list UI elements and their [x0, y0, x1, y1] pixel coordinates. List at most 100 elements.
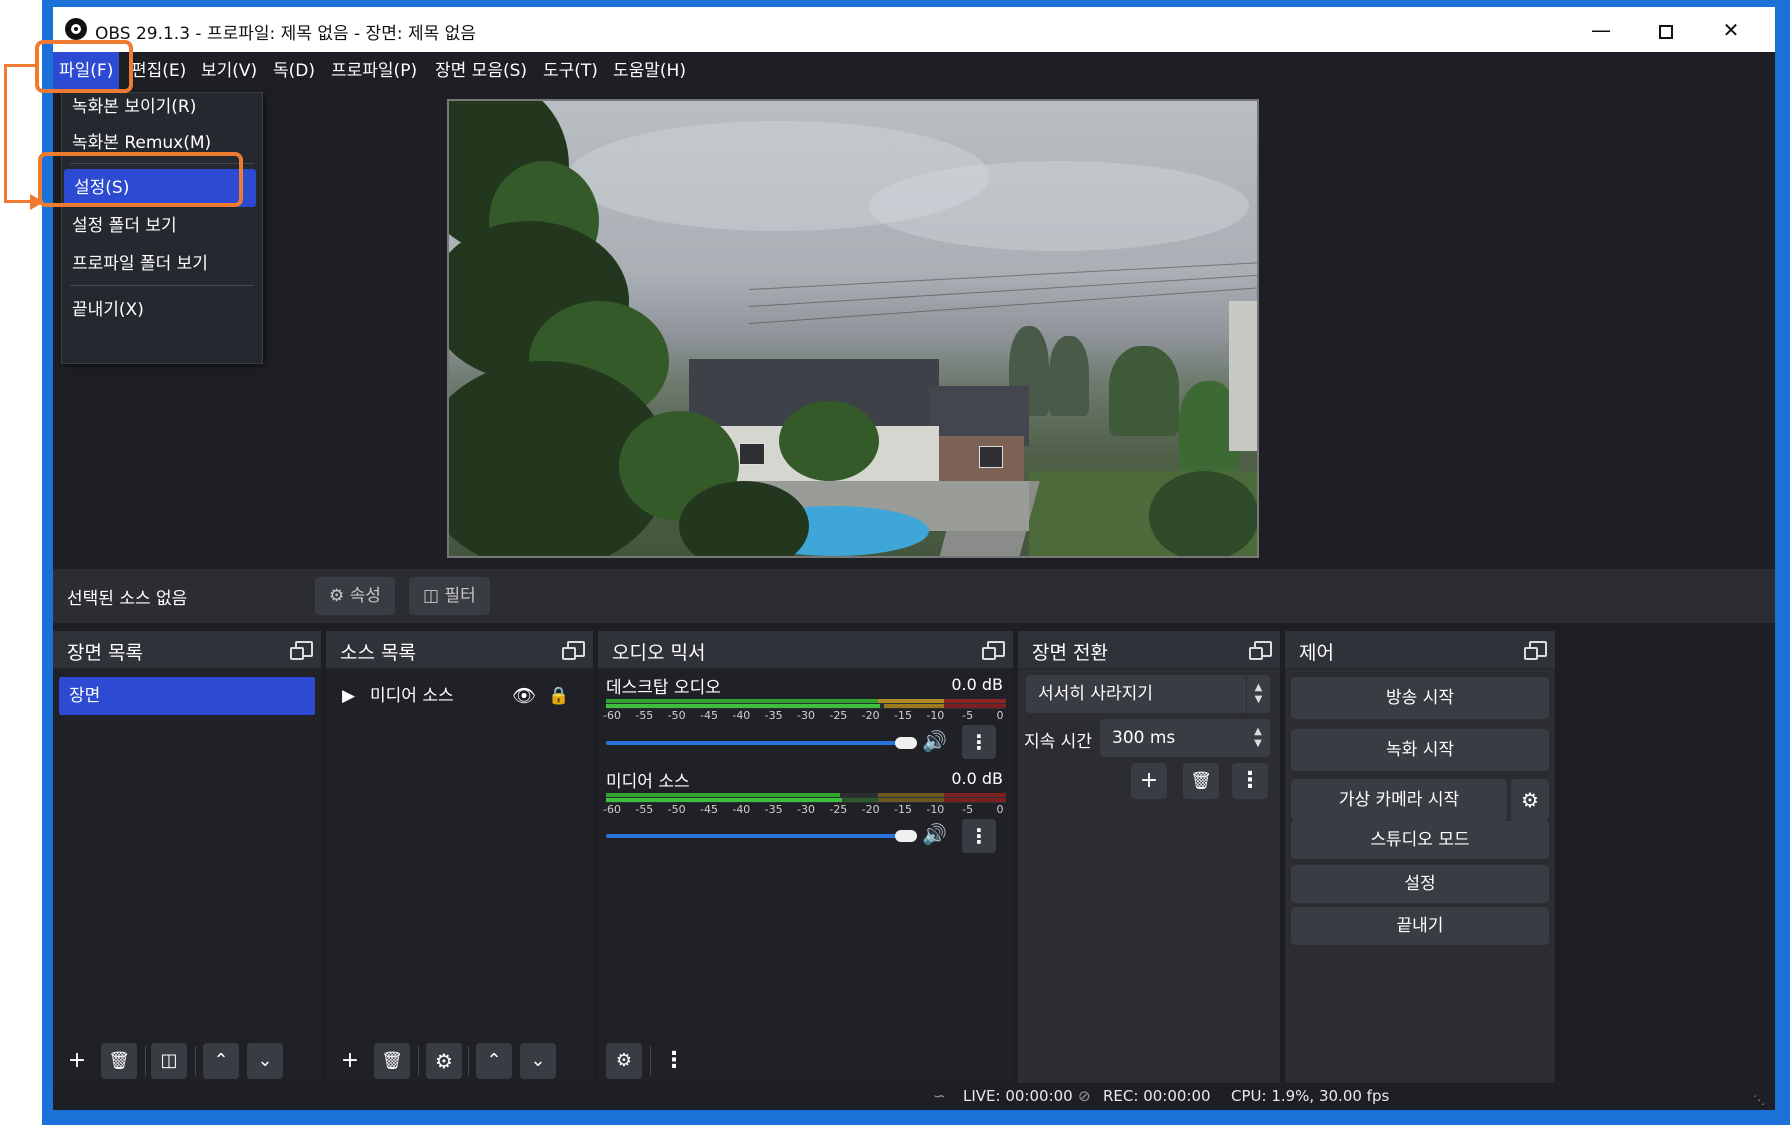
add-source-button[interactable]: +: [332, 1043, 368, 1079]
controls-body: 방송 시작 녹화 시작 가상 카메라 시작 ⚙ 스튜디오 모드 설정 끝내기: [1285, 669, 1555, 1083]
source-name: 미디어 소스: [370, 686, 454, 706]
settings-button[interactable]: 설정: [1291, 865, 1549, 903]
cpu-fps: CPU: 1.9%, 30.00 fps: [1231, 1087, 1390, 1105]
meter-level: [878, 793, 944, 797]
controls-title: 제어: [1299, 642, 1334, 664]
transition-menu-button[interactable]: ⋮: [1232, 763, 1268, 799]
channel-name: 미디어 소스: [606, 772, 690, 792]
meter-tick-label: 0: [996, 803, 1004, 816]
tree: [1109, 346, 1179, 436]
undock-icon[interactable]: [1524, 641, 1547, 660]
volume-slider-handle[interactable]: [895, 830, 917, 842]
toolbar-separator: [195, 1046, 196, 1076]
minimize-button[interactable]: —: [1573, 13, 1629, 47]
remove-source-button[interactable]: 🗑: [374, 1043, 410, 1079]
dock-header[interactable]: 장면 전환: [1018, 631, 1280, 669]
move-scene-down-button[interactable]: ⌄: [247, 1043, 283, 1079]
meter-level: [944, 699, 1006, 703]
lock-icon[interactable]: 🔒: [548, 681, 569, 711]
exit-button[interactable]: 끝내기: [1291, 907, 1549, 945]
volume-meter: [606, 699, 1006, 709]
remove-scene-button[interactable]: 🗑: [101, 1043, 137, 1079]
volume-slider[interactable]: [606, 737, 917, 749]
start-virtual-camera-button[interactable]: 가상 카메라 시작: [1291, 779, 1507, 821]
cloud: [869, 161, 1249, 251]
meter-tick-label: -40: [732, 803, 751, 816]
properties-button[interactable]: ⚙ 속성: [315, 577, 395, 615]
menu-dock[interactable]: 독(D): [267, 52, 321, 90]
toolbar-separator: [468, 1046, 469, 1076]
source-toolbar: 선택된 소스 없음 ⚙ 속성 ◫ 필터: [53, 569, 1775, 623]
menu-profile[interactable]: 프로파일(P): [325, 52, 423, 90]
preview-canvas[interactable]: [447, 99, 1259, 558]
menu-show-profile-folder[interactable]: 프로파일 폴더 보기: [62, 245, 262, 283]
undock-icon[interactable]: [562, 641, 585, 660]
visibility-eye-icon[interactable]: 👁: [512, 681, 536, 711]
no-source-selected-label: 선택된 소스 없음: [67, 589, 188, 609]
transition-select[interactable]: 서서히 사라지기 ▲ ▼: [1026, 675, 1270, 713]
annotation-connector: [4, 64, 7, 202]
menu-view[interactable]: 보기(V): [195, 52, 263, 90]
speaker-icon[interactable]: 🔊: [922, 729, 947, 753]
audio-mixer-dock: 오디오 믹서 데스크탑 오디오 0.0 dB -60 -55 -50 -45 -40 -3…: [598, 631, 1013, 1083]
meter-tick-label: -50: [667, 803, 686, 816]
meter-tick-label: -45: [700, 803, 718, 816]
menu-show-recordings[interactable]: 녹화본 보이기(R): [62, 88, 262, 126]
menu-show-settings-folder[interactable]: 설정 폴더 보기: [62, 207, 262, 245]
properties-label: 속성: [349, 586, 381, 606]
annotation-box-settings: [38, 152, 243, 207]
close-button[interactable]: ✕: [1703, 13, 1759, 47]
annotation-arrow-icon: [30, 194, 44, 210]
undock-icon[interactable]: [1249, 641, 1272, 660]
window: [979, 446, 1003, 468]
channel-menu-button[interactable]: ⋮: [962, 819, 996, 853]
filters-button[interactable]: ◫ 필터: [409, 577, 490, 615]
sources-dock: 소스 목록 ▶ 미디어 소스 👁 🔒 + 🗑 ⚙ ⌃ ⌄: [326, 631, 593, 1083]
meter-level: [606, 798, 842, 802]
meter-level: [878, 798, 944, 802]
move-scene-up-button[interactable]: ⌃: [203, 1043, 239, 1079]
meter-tick-label: -35: [764, 709, 783, 722]
menu-exit[interactable]: 끝내기(X): [62, 291, 262, 329]
channel-menu-button[interactable]: ⋮: [962, 725, 996, 759]
menu-help[interactable]: 도움말(H): [607, 52, 692, 90]
maximize-button[interactable]: [1638, 13, 1694, 47]
menu-edit[interactable]: 편집(E): [125, 52, 192, 90]
speaker-icon[interactable]: 🔊: [922, 822, 947, 846]
add-scene-button[interactable]: +: [59, 1043, 95, 1079]
title-bar[interactable]: OBS 29.1.3 - 프로파일: 제목 없음 - 장면: 제목 없음 — ✕: [53, 7, 1775, 52]
add-transition-button[interactable]: +: [1131, 763, 1167, 799]
start-recording-button[interactable]: 녹화 시작: [1291, 729, 1549, 771]
meter-level: [842, 798, 878, 802]
meter-level: [606, 793, 840, 797]
volume-slider-handle[interactable]: [895, 737, 917, 749]
menu-scene-collection[interactable]: 장면 모음(S): [429, 52, 533, 90]
volume-slider[interactable]: [606, 830, 917, 842]
move-source-up-button[interactable]: ⌃: [476, 1043, 512, 1079]
transitions-dock: 장면 전환 서서히 사라지기 ▲ ▼ 지속 시간 300 ms ▲ ▼ + 🗑 ⋮: [1018, 631, 1280, 1083]
move-source-down-button[interactable]: ⌄: [520, 1043, 556, 1079]
scene-filters-button[interactable]: ◫: [151, 1043, 187, 1079]
remove-transition-button[interactable]: 🗑: [1183, 763, 1219, 799]
duration-spinbox[interactable]: 300 ms ▲ ▼: [1100, 719, 1270, 757]
source-properties-button[interactable]: ⚙: [426, 1043, 462, 1079]
duration-value: 300 ms: [1112, 728, 1176, 748]
dock-header[interactable]: 장면 목록: [53, 631, 321, 669]
source-item[interactable]: ▶ 미디어 소스 👁 🔒: [340, 681, 585, 711]
mixer-menu-button[interactable]: ⋮: [656, 1043, 692, 1079]
dock-header[interactable]: 소스 목록: [326, 631, 593, 669]
undock-icon[interactable]: [290, 641, 313, 660]
scene-item[interactable]: 장면: [59, 677, 315, 715]
resize-grip-icon[interactable]: ⋱: [1753, 1093, 1765, 1107]
menu-tools[interactable]: 도구(T): [537, 52, 604, 90]
dock-header[interactable]: 오디오 믹서: [598, 631, 1013, 669]
start-streaming-button[interactable]: 방송 시작: [1291, 677, 1549, 719]
studio-mode-button[interactable]: 스튜디오 모드: [1291, 821, 1549, 859]
dock-header[interactable]: 제어: [1285, 631, 1555, 669]
meter-tick-label: -35: [764, 803, 783, 816]
spin-arrows-icon[interactable]: ▲ ▼: [1246, 719, 1270, 757]
meter-tick-label: -10: [926, 709, 945, 722]
virtual-camera-settings-button[interactable]: ⚙: [1511, 779, 1549, 821]
advanced-audio-button[interactable]: ⚙: [606, 1043, 642, 1079]
undock-icon[interactable]: [982, 641, 1005, 660]
